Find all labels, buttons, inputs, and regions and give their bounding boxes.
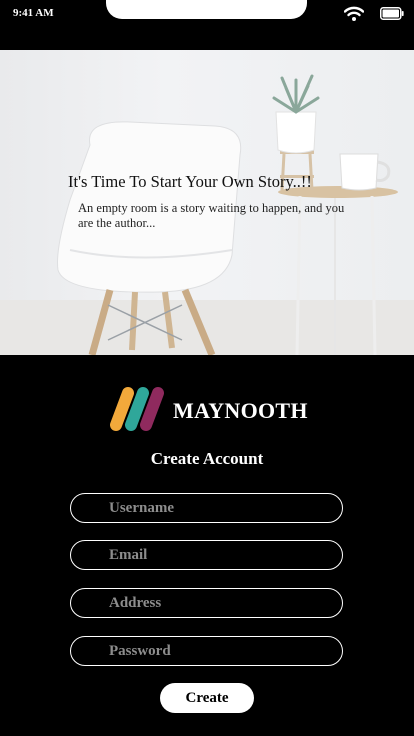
address-field[interactable] [70,588,343,618]
brand-name: MAYNOOTH [173,398,308,423]
email-field[interactable] [70,540,343,570]
username-field[interactable] [70,493,343,523]
status-time: 9:41 AM [13,7,54,19]
status-bar: 9:41 AM [0,0,414,30]
password-field[interactable] [70,636,343,666]
device-notch [106,0,307,19]
hero-title: It's Time To Start Your Own Story..!! [68,172,312,191]
form-heading: Create Account [150,449,264,468]
brand-logo-icon [110,387,164,431]
wifi-icon [344,6,364,21]
battery-icon [380,7,404,20]
hero-image: It's Time To Start Your Own Story..!! An… [0,50,414,355]
hero-subtitle: An empty room is a story waiting to happ… [78,201,345,230]
create-button[interactable]: Create [160,683,254,713]
